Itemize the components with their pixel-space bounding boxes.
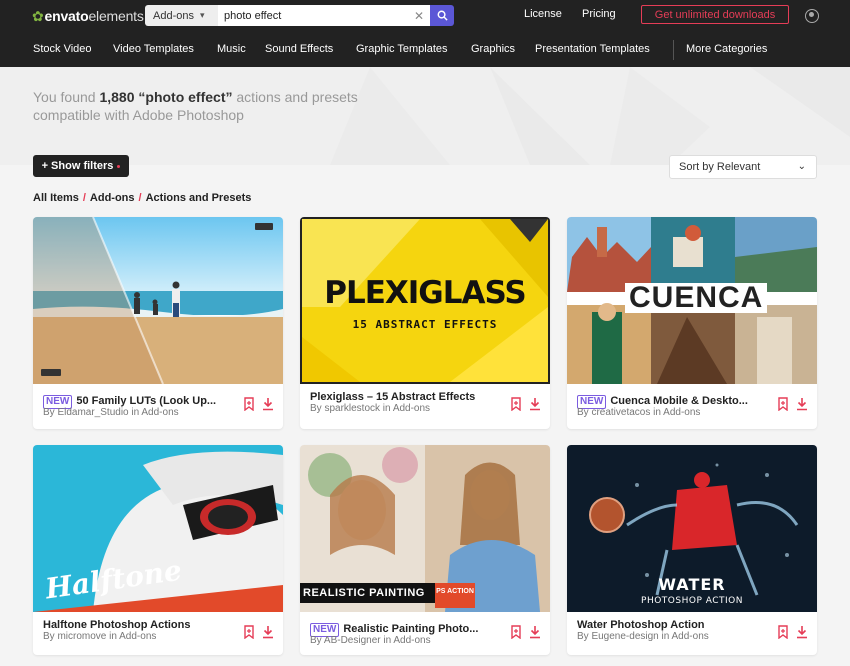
item-title[interactable]: Halftone Photoshop Actions xyxy=(43,619,228,631)
breadcrumb-add-ons[interactable]: Add-ons xyxy=(90,192,135,204)
breadcrumb: All Items / Add-ons / Actions and Presets xyxy=(33,192,251,204)
download-icon[interactable] xyxy=(796,625,808,639)
item-title-text: 50 Family LUTs (Look Up... xyxy=(76,395,217,407)
item-card[interactable]: NEW 50 Family LUTs (Look Up... By Eldamar… xyxy=(33,217,283,429)
breadcrumb-actions-presets[interactable]: Actions and Presets xyxy=(146,192,252,204)
item-thumbnail[interactable]: CUENCA xyxy=(567,217,817,384)
sort-select[interactable]: Sort by Relevant ⌄ xyxy=(669,155,817,179)
show-filters-button[interactable]: + Show filters xyxy=(33,155,129,177)
download-icon[interactable] xyxy=(529,625,541,639)
nav-divider xyxy=(673,40,674,60)
user-avatar-icon[interactable] xyxy=(805,9,819,23)
breadcrumb-all-items[interactable]: All Items xyxy=(33,192,79,204)
bookmark-icon[interactable] xyxy=(243,625,255,639)
results-suffix: actions and presets xyxy=(236,89,358,105)
item-author[interactable]: By AB-Designer in Add-ons xyxy=(310,635,431,646)
item-card[interactable]: REALISTIC PAINTING PS ACTION NEW Realisti… xyxy=(300,445,550,655)
nav-stock-video[interactable]: Stock Video xyxy=(33,43,92,55)
nav-more-categories[interactable]: More Categories xyxy=(686,43,767,55)
item-card[interactable]: PLEXIGLASS 15 ABSTRACT EFFECTS Plexiglas… xyxy=(300,217,550,429)
chevron-down-icon: ⌄ xyxy=(797,161,806,172)
item-thumbnail[interactable] xyxy=(33,217,283,384)
bookmark-icon[interactable] xyxy=(243,397,255,411)
nav-music[interactable]: Music xyxy=(217,43,246,55)
nav-sound-effects[interactable]: Sound Effects xyxy=(265,43,333,55)
envato-logo[interactable]: ✿ envato elements xyxy=(32,7,144,25)
item-title[interactable]: Water Photoshop Action xyxy=(577,619,762,631)
nav-presentation-templates[interactable]: Presentation Templates xyxy=(535,43,650,55)
item-title[interactable]: Plexiglass – 15 Abstract Effects xyxy=(310,391,495,403)
search-icon xyxy=(437,10,448,21)
download-icon[interactable] xyxy=(262,397,274,411)
item-title-text: Cuenca Mobile & Deskto... xyxy=(610,395,748,407)
sort-label: Sort by Relevant xyxy=(679,161,761,173)
logo-text-envato: envato xyxy=(44,8,89,24)
results-prefix: You found xyxy=(33,89,96,105)
thumbnail-art-tag: PS ACTION xyxy=(436,588,474,595)
breadcrumb-separator: / xyxy=(138,192,142,204)
search-input[interactable] xyxy=(218,5,408,26)
item-author[interactable]: By micromove in Add-ons xyxy=(43,631,156,642)
chevron-down-icon: ▾ xyxy=(199,10,205,20)
search-button[interactable] xyxy=(430,5,454,26)
clear-search-icon[interactable]: ✕ xyxy=(408,5,430,26)
results-query: “photo effect” xyxy=(138,89,233,105)
download-icon[interactable] xyxy=(796,397,808,411)
search-category-label: Add-ons xyxy=(153,9,194,22)
breadcrumb-separator: / xyxy=(82,192,86,204)
item-author[interactable]: By Eugene-design in Add-ons xyxy=(577,631,709,642)
results-summary: You found 1,880 “photo effect” actions a… xyxy=(33,88,433,124)
item-card[interactable]: WATER PHOTOSHOP ACTION Water Photoshop A… xyxy=(567,445,817,655)
item-thumbnail[interactable]: WATER PHOTOSHOP ACTION xyxy=(567,445,817,612)
results-compat: compatible with Adobe Photoshop xyxy=(33,107,244,123)
item-thumbnail[interactable]: Halftone xyxy=(33,445,283,612)
thumbnail-art-title: REALISTIC PAINTING xyxy=(303,587,425,599)
bookmark-icon[interactable] xyxy=(777,397,789,411)
thumbnail-art-title: WATER xyxy=(658,575,726,594)
logo-text-elements: elements xyxy=(88,8,144,24)
bookmark-icon[interactable] xyxy=(510,397,522,411)
search-bar: Add-ons ▾ ✕ xyxy=(145,5,454,26)
thumbnail-art-subtitle: 15 ABSTRACT EFFECTS xyxy=(352,318,498,331)
thumbnail-art-title: CUENCA xyxy=(625,283,768,313)
search-category-select[interactable]: Add-ons ▾ xyxy=(145,5,218,26)
item-author[interactable]: By Eldamar_Studio in Add-ons xyxy=(43,407,179,418)
show-filters-label: + Show filters xyxy=(41,160,114,172)
leaf-icon: ✿ xyxy=(32,7,44,24)
download-icon[interactable] xyxy=(262,625,274,639)
category-nav: Stock Video Video Templates Music Sound … xyxy=(0,43,850,57)
pricing-link[interactable]: Pricing xyxy=(582,8,616,20)
get-unlimited-downloads-button[interactable]: Get unlimited downloads xyxy=(641,5,789,24)
download-icon[interactable] xyxy=(529,397,541,411)
item-thumbnail[interactable]: PLEXIGLASS 15 ABSTRACT EFFECTS xyxy=(300,217,550,384)
license-link[interactable]: License xyxy=(524,8,562,20)
filter-indicator-dot xyxy=(117,164,121,168)
bookmark-icon[interactable] xyxy=(777,625,789,639)
item-card[interactable]: Halftone Halftone Photoshop Actions By m… xyxy=(33,445,283,655)
bookmark-icon[interactable] xyxy=(510,625,522,639)
thumbnail-art-title: PLEXIGLASS xyxy=(324,275,527,311)
nav-graphic-templates[interactable]: Graphic Templates xyxy=(356,43,448,55)
nav-graphics[interactable]: Graphics xyxy=(471,43,515,55)
item-card[interactable]: CUENCA NEW Cuenca Mobile & Deskto... By c… xyxy=(567,217,817,429)
item-author[interactable]: By sparklestock in Add-ons xyxy=(310,403,430,414)
results-count: 1,880 xyxy=(99,89,135,105)
thumbnail-art-subtitle: PHOTOSHOP ACTION xyxy=(641,596,743,606)
item-thumbnail[interactable]: REALISTIC PAINTING PS ACTION xyxy=(300,445,550,612)
item-title-text: Realistic Painting Photo... xyxy=(343,623,479,635)
nav-video-templates[interactable]: Video Templates xyxy=(113,43,194,55)
item-author[interactable]: By creativetacos in Add-ons xyxy=(577,407,700,418)
